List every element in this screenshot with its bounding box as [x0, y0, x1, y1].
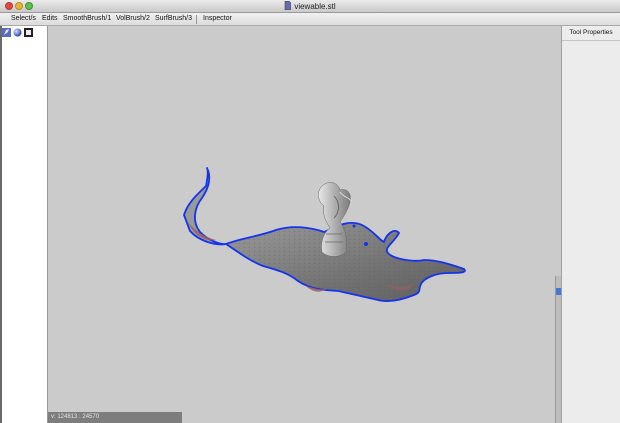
menu-volbrush[interactable]: VolBrush/2 [116, 13, 150, 25]
sphere-icon[interactable] [13, 28, 22, 37]
status-bar: v: 124813 : 24570 [48, 412, 182, 423]
title-bar: viewable.stl [0, 0, 620, 13]
tool-properties-title: Tool Properties [562, 26, 620, 41]
panel-edge [0, 26, 2, 423]
menu-smoothbrush[interactable]: SmoothBrush/1 [63, 13, 111, 25]
menu-surfbrush[interactable]: SurfBrush/3 [155, 13, 192, 25]
stop-icon[interactable] [24, 28, 33, 37]
menu-separator [196, 15, 197, 24]
brush-tool-icon[interactable] [2, 28, 11, 37]
document-icon [285, 1, 292, 10]
window-title-area: viewable.stl [0, 0, 620, 13]
mesh-render [183, 167, 466, 302]
menu-inspector[interactable]: Inspector [203, 13, 232, 25]
3d-viewport[interactable]: v: 124813 : 24570 [48, 26, 561, 423]
tool-properties-panel: Tool Properties [561, 26, 620, 423]
menu-select[interactable]: Select/s [11, 13, 36, 25]
menu-bar: Select/s Edits SmoothBrush/1 VolBrush/2 … [0, 13, 620, 26]
menu-edits[interactable]: Edits [42, 13, 58, 25]
window-title: viewable.stl [294, 2, 336, 11]
mesh-flap [183, 167, 227, 246]
left-tool-panel [0, 26, 48, 423]
